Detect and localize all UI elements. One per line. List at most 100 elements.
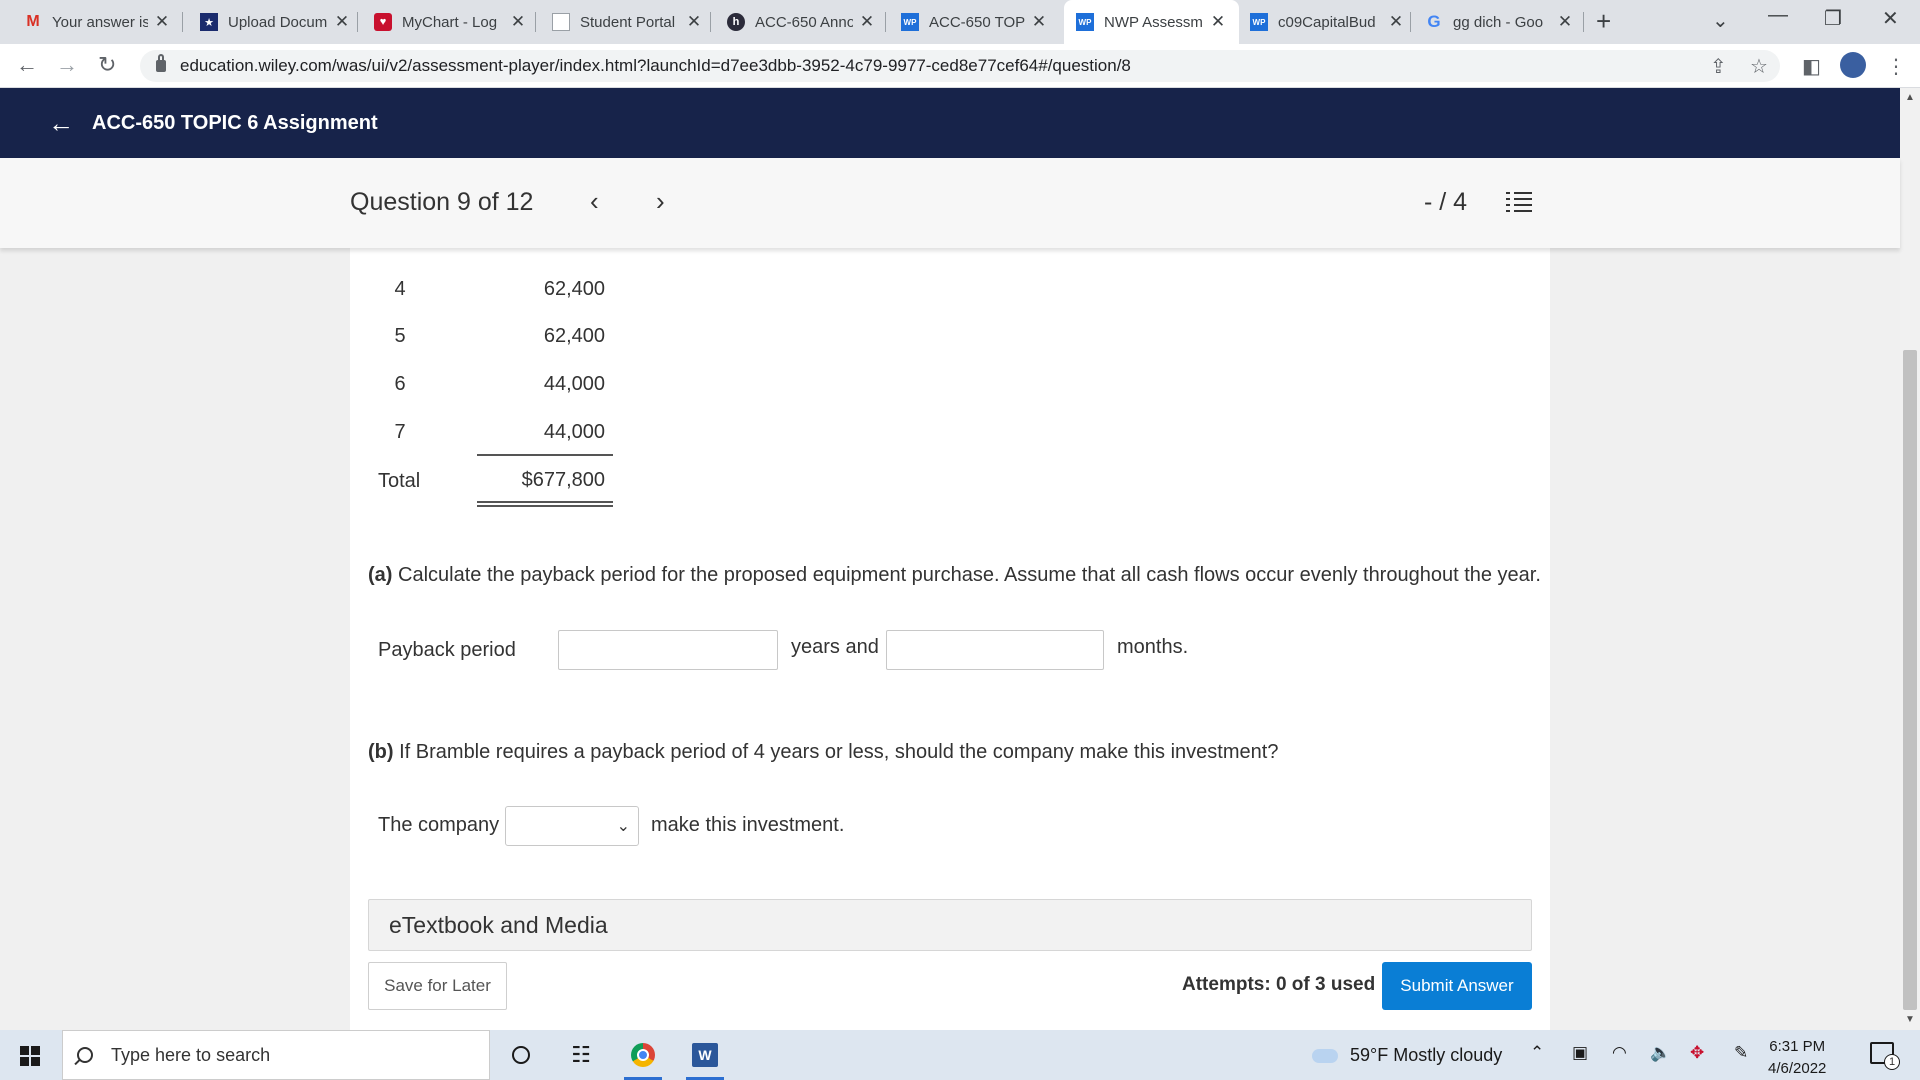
amount-cell: 44,000	[543, 421, 605, 443]
tab-upload-document[interactable]: ★ Upload Docum ✕	[200, 0, 350, 44]
etextbook-media-panel[interactable]: eTextbook and Media	[368, 899, 1532, 951]
tab-nwp-assessment[interactable]: WP NWP Assessm ✕	[1064, 0, 1239, 44]
search-icon	[77, 1047, 93, 1063]
next-question-icon[interactable]: ›	[656, 186, 665, 217]
make-investment-label: make this investment.	[651, 814, 845, 836]
lock-icon	[156, 54, 166, 72]
tab-acc650-announcements[interactable]: h ACC-650 Anno ✕	[727, 0, 875, 44]
new-tab-icon[interactable]: +	[1596, 6, 1611, 37]
question-content-area: 4 62,400 5 62,400 6 44,000 7 44,000 Tota…	[0, 248, 1900, 1030]
browser-tab-strip: M Your answer is ✕ ★ Upload Docum ✕ ♥ My…	[0, 0, 1920, 44]
h-icon: h	[727, 13, 745, 31]
question-score: - / 4	[1424, 188, 1468, 216]
close-icon[interactable]: ✕	[1388, 12, 1404, 32]
chevron-down-icon: ⌄	[616, 818, 630, 835]
submit-answer-button[interactable]: Submit Answer	[1382, 962, 1532, 1010]
years-and-label: years and	[791, 636, 879, 658]
close-icon[interactable]: ✕	[1210, 12, 1226, 32]
tab-gmail[interactable]: M Your answer is ✕	[24, 0, 170, 44]
year-cell: 4	[394, 278, 406, 300]
chrome-icon[interactable]	[618, 1030, 668, 1080]
close-icon[interactable]: ✕	[1557, 12, 1573, 32]
tab-capital-budgeting[interactable]: WP c09CapitalBud ✕	[1250, 0, 1404, 44]
part-a-question: (a) Calculate the payback period for the…	[368, 564, 1541, 587]
tab-student-portal[interactable]: Student Portal ✕	[552, 0, 702, 44]
subtotal-rule	[477, 454, 613, 456]
url-field[interactable]: education.wiley.com/was/ui/v2/assessment…	[140, 50, 1780, 82]
investment-decision-select[interactable]: ⌄	[505, 806, 639, 846]
google-icon: G	[1427, 12, 1441, 31]
question-navigation: Question 9 of 12 ‹ › - / 4	[0, 158, 1900, 248]
part-a-text: Calculate the payback period for the pro…	[398, 564, 1541, 586]
payback-months-input[interactable]	[886, 630, 1104, 670]
meet-now-icon[interactable]: ▣	[1572, 1043, 1588, 1063]
question-list-icon[interactable]	[1506, 190, 1532, 212]
back-arrow-icon[interactable]: ←	[48, 108, 74, 139]
wp-icon: WP	[901, 13, 919, 31]
attempts-counter: Attempts: 0 of 3 used	[1182, 974, 1376, 995]
close-icon[interactable]: ✕	[154, 12, 170, 32]
url-text: education.wiley.com/was/ui/v2/assessment…	[180, 56, 1131, 75]
scrollbar-thumb[interactable]	[1903, 350, 1917, 1010]
pen-icon[interactable]: ✎	[1734, 1043, 1748, 1063]
forward-arrow-icon[interactable]: →	[56, 52, 78, 78]
close-icon[interactable]: ✕	[686, 12, 702, 32]
tab-mychart[interactable]: ♥ MyChart - Log ✕	[374, 0, 526, 44]
part-b-text: If Bramble requires a payback period of …	[399, 741, 1279, 763]
taskbar-search-field[interactable]: Type here to search	[62, 1030, 490, 1080]
restore-icon[interactable]: ❐	[1824, 6, 1842, 31]
page-scrollbar[interactable]: ▲ ▼	[1900, 88, 1920, 1030]
tab-search-chevron-icon[interactable]: ⌄	[1712, 8, 1729, 33]
assignment-header: ← ACC-650 TOPIC 6 Assignment	[0, 88, 1900, 158]
cloud-icon	[1312, 1048, 1338, 1063]
part-b-tag: (b)	[368, 741, 394, 763]
word-icon[interactable]: W	[680, 1030, 730, 1080]
scroll-down-icon[interactable]: ▼	[1905, 1014, 1915, 1025]
tab-google-translate[interactable]: G gg dich - Goo ✕	[1425, 0, 1573, 44]
menu-dots-icon[interactable]: ⋮	[1886, 54, 1906, 79]
previous-question-icon[interactable]: ‹	[590, 186, 599, 217]
share-icon[interactable]: ⇪	[1710, 54, 1727, 79]
save-for-later-button[interactable]: Save for Later	[368, 962, 507, 1010]
clock-date: 4/6/2022	[1768, 1060, 1827, 1077]
wifi-icon[interactable]: ◠	[1612, 1043, 1627, 1063]
amount-cell: 44,000	[543, 373, 605, 395]
profile-avatar[interactable]	[1840, 52, 1866, 78]
close-icon[interactable]: ✕	[859, 12, 875, 32]
system-clock[interactable]: 6:31 PM 4/6/2022	[1768, 1036, 1826, 1080]
total-double-rule-bottom	[477, 505, 613, 507]
reload-icon[interactable]: ↻	[98, 52, 116, 78]
year-cell: 5	[394, 325, 406, 347]
part-a-tag: (a)	[368, 564, 393, 586]
windows-start-icon[interactable]	[20, 1046, 40, 1066]
wp-icon: WP	[1076, 13, 1094, 31]
minimize-icon[interactable]: —	[1768, 4, 1788, 27]
gmail-icon: M	[26, 13, 40, 30]
cortana-icon[interactable]	[496, 1030, 546, 1080]
mychart-icon: ♥	[374, 13, 392, 31]
weather-widget[interactable]: 59°F Mostly cloudy	[1312, 1045, 1502, 1066]
task-view-icon[interactable]: ☷	[556, 1030, 606, 1080]
close-icon[interactable]: ✕	[1031, 12, 1047, 32]
star-icon: ★	[200, 13, 218, 31]
tab-acc650-topic[interactable]: WP ACC-650 TOPI ✕	[901, 0, 1047, 44]
notification-icon[interactable]: 1	[1870, 1042, 1900, 1070]
address-bar: ← → ↻ education.wiley.com/was/ui/v2/asse…	[0, 44, 1920, 88]
side-panel-icon[interactable]: ◧	[1802, 54, 1821, 79]
bookmark-star-icon[interactable]: ☆	[1750, 54, 1768, 79]
back-arrow-icon[interactable]: ←	[16, 52, 38, 78]
volume-icon[interactable]: 🔈	[1650, 1043, 1671, 1063]
payback-years-input[interactable]	[558, 630, 778, 670]
close-icon[interactable]: ✕	[334, 12, 350, 32]
year-cell: 6	[394, 373, 406, 395]
scroll-up-icon[interactable]: ▲	[1905, 92, 1915, 103]
app-tray-icon[interactable]: ✥	[1690, 1043, 1704, 1063]
tray-chevron-up-icon[interactable]: ⌃	[1530, 1043, 1544, 1063]
window-close-icon[interactable]: ✕	[1882, 6, 1899, 31]
etextbook-label: eTextbook and Media	[389, 911, 608, 938]
search-placeholder: Type here to search	[111, 1044, 271, 1065]
close-icon[interactable]: ✕	[510, 12, 526, 32]
total-double-rule-top	[477, 501, 613, 503]
notification-count: 1	[1884, 1054, 1900, 1070]
amount-cell: 62,400	[543, 278, 605, 300]
